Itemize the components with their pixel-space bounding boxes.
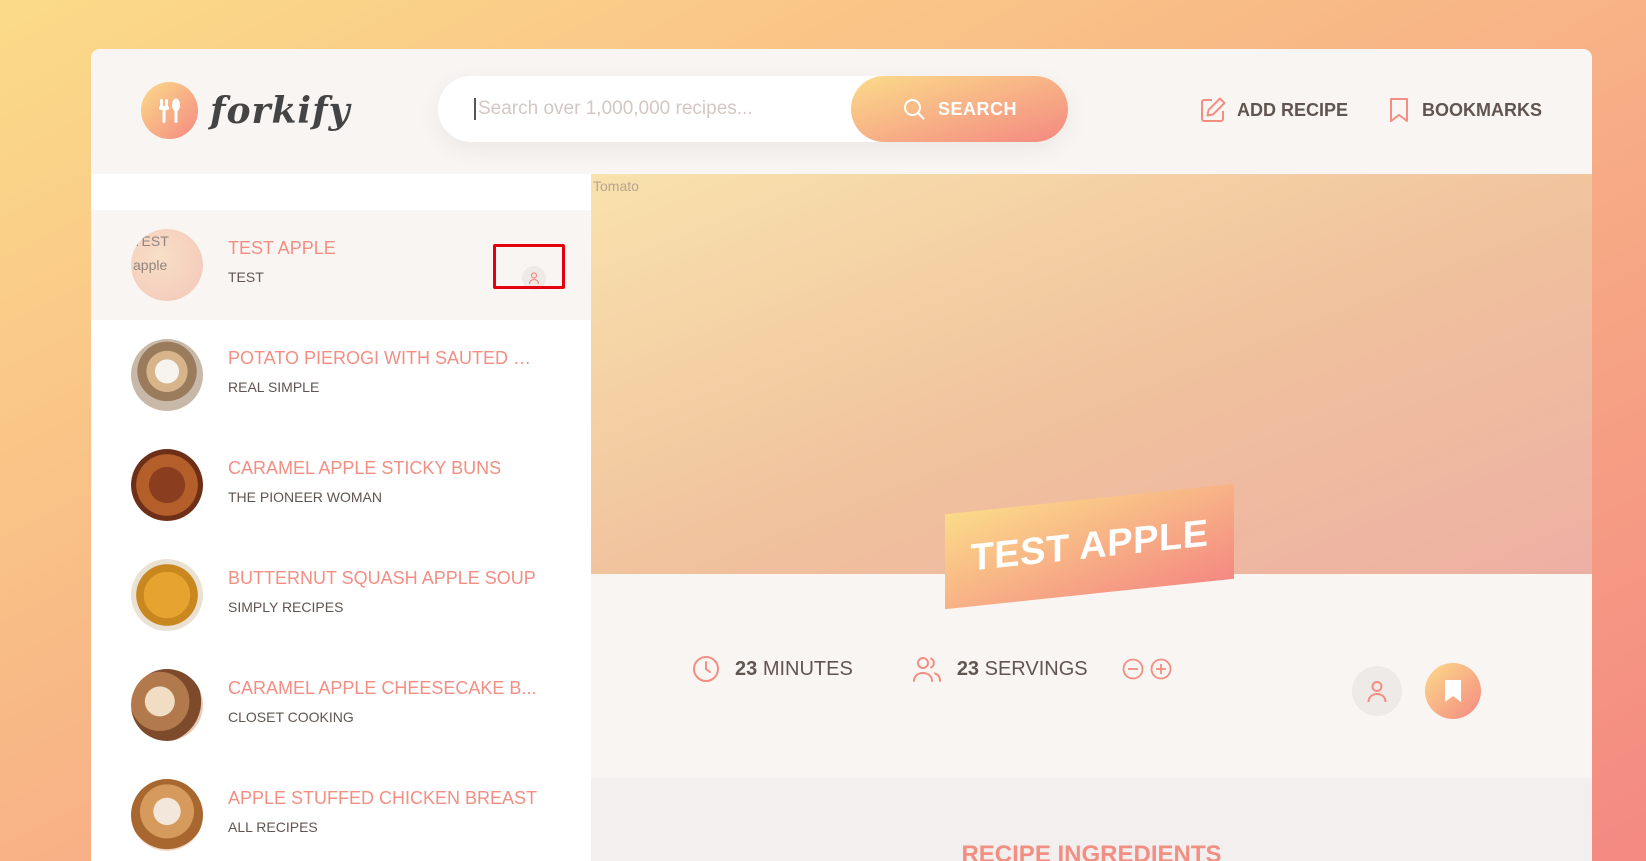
- ingredients-heading: RECIPE INGREDIENTS: [961, 841, 1222, 861]
- increase-servings-button[interactable]: [1150, 658, 1172, 680]
- result-title: CARAMEL APPLE STICKY BUNS: [228, 458, 502, 478]
- bookmarks-button[interactable]: BOOKMARKS: [1386, 96, 1542, 124]
- servings-value: 23: [956, 657, 980, 680]
- result-item[interactable]: CARAMEL APPLE STICKY BUNS THE PIONEER WO…: [91, 430, 591, 540]
- result-title: CARAMEL APPLE CHEESECAKE B...: [228, 678, 537, 698]
- fork-knife-icon: [141, 82, 198, 139]
- recipe-cooking-time: 23 MINUTES: [691, 654, 853, 684]
- minutes-label: MINUTES: [762, 657, 853, 680]
- result-image: [131, 669, 203, 741]
- search-form: SEARCH: [438, 76, 1068, 142]
- result-publisher: THE PIONEER WOMAN: [228, 489, 383, 505]
- user-generated-icon: [1352, 666, 1402, 716]
- result-publisher: CLOSET COOKING: [228, 709, 354, 725]
- result-image: [131, 559, 203, 631]
- result-title: TEST APPLE: [228, 238, 336, 258]
- result-publisher: REAL SIMPLE: [228, 379, 320, 395]
- result-publisher: SIMPLY RECIPES: [228, 599, 344, 615]
- recipe-image-alt: Tomato: [593, 178, 639, 194]
- result-image: [131, 779, 203, 851]
- bookmark-recipe-button[interactable]: [1425, 663, 1481, 719]
- bookmarks-label: BOOKMARKS: [1422, 99, 1542, 120]
- result-image: TEST apple: [131, 229, 203, 301]
- result-publisher: TEST: [228, 269, 264, 285]
- minutes-value: 23: [735, 657, 758, 680]
- result-title: POTATO PIEROGI WITH SAUTED C...: [228, 348, 538, 368]
- logo-text: forkify: [210, 89, 351, 132]
- result-item[interactable]: POTATO PIEROGI WITH SAUTED C... REAL SIM…: [91, 320, 591, 430]
- users-icon: [912, 657, 941, 682]
- result-title: APPLE STUFFED CHICKEN BREAST: [228, 788, 538, 808]
- logo[interactable]: forkify: [141, 82, 351, 139]
- search-results: TEST apple TEST APPLE TEST POTATO PIEROG…: [91, 174, 591, 861]
- clock-icon: [693, 656, 719, 682]
- edit-icon: [1200, 97, 1226, 122]
- recipe-ingredients: RECIPE INGREDIENTS: [591, 778, 1592, 861]
- search-button[interactable]: SEARCH: [851, 76, 1068, 142]
- bookmark-fill-icon: [1445, 680, 1461, 702]
- result-item[interactable]: APPLE STUFFED CHICKEN BREAST ALL RECIPES: [91, 760, 591, 861]
- add-recipe-button[interactable]: ADD RECIPE: [1199, 96, 1348, 124]
- decrease-servings-button[interactable]: [1122, 658, 1144, 680]
- result-image: [131, 339, 203, 411]
- result-publisher: ALL RECIPES: [228, 819, 318, 835]
- recipe-view: Tomato TEST APPLE 23 MINUTES 23 SERVINGS: [591, 174, 1592, 861]
- search-button-label: SEARCH: [937, 98, 1017, 119]
- result-image: [131, 449, 203, 521]
- recipe-servings: 23 SERVINGS: [911, 654, 1172, 684]
- result-item[interactable]: TEST apple TEST APPLE TEST: [91, 210, 591, 320]
- result-image-alt: TEST apple: [133, 233, 169, 273]
- search-input[interactable]: [474, 98, 834, 120]
- result-item[interactable]: BUTTERNUT SQUASH APPLE SOUP SIMPLY RECIP…: [91, 540, 591, 650]
- bookmark-icon: [1390, 98, 1408, 122]
- result-item[interactable]: CARAMEL APPLE CHEESECAKE B... CLOSET COO…: [91, 650, 591, 760]
- result-title: BUTTERNUT SQUASH APPLE SOUP: [228, 568, 536, 588]
- add-recipe-label: ADD RECIPE: [1236, 99, 1348, 120]
- servings-label: SERVINGS: [984, 657, 1088, 680]
- app-container: forkify SEARCH ADD RECIPE: [91, 49, 1592, 861]
- highlight-box: [493, 244, 565, 289]
- recipe-details: 23 MINUTES 23 SERVINGS: [691, 654, 1172, 684]
- nav: ADD RECIPE BOOKMARKS: [1199, 96, 1542, 124]
- header: forkify SEARCH ADD RECIPE: [91, 49, 1592, 174]
- search-icon: [903, 99, 925, 120]
